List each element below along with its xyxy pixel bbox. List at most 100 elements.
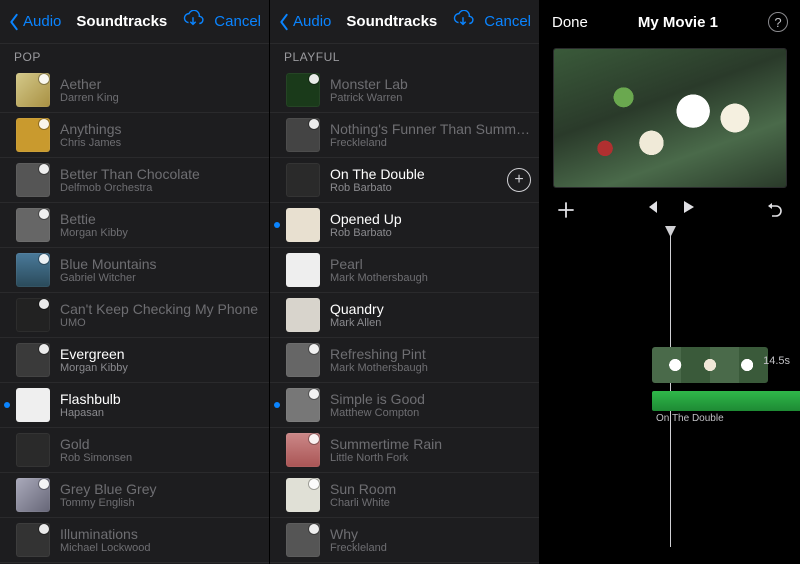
track-meta: BettieMorgan Kibby	[60, 211, 261, 239]
album-art	[286, 73, 320, 107]
track-row[interactable]: Monster LabPatrick Warren	[270, 68, 539, 113]
editor-pane: Done My Movie 1 ? 14.5s On The Double	[540, 0, 800, 564]
track-artist: Chris James	[60, 137, 261, 149]
track-meta: Sun RoomCharli White	[330, 481, 531, 509]
undo-button[interactable]	[764, 201, 784, 219]
play-icon	[679, 198, 697, 216]
undo-icon	[765, 201, 783, 219]
track-row[interactable]: AetherDarren King	[0, 68, 269, 113]
track-row[interactable]: Sun RoomCharli White	[270, 473, 539, 518]
track-row[interactable]: IlluminationsMichael Lockwood	[0, 518, 269, 563]
track-list-left[interactable]: POP AetherDarren KingAnythingsChris Jame…	[0, 44, 269, 564]
track-artist: Matthew Compton	[330, 407, 531, 419]
track-row[interactable]: Opened UpRob Barbato	[270, 203, 539, 248]
cancel-button[interactable]: Cancel	[484, 13, 531, 30]
track-row[interactable]: Grey Blue GreyTommy English	[0, 473, 269, 518]
download-all-button[interactable]	[452, 10, 474, 33]
track-title: Nothing's Funner Than Summ…	[330, 121, 531, 137]
playhead[interactable]	[670, 227, 671, 547]
track-artist: Mark Mothersbaugh	[330, 362, 531, 374]
track-row[interactable]: WhyFreckleland	[270, 518, 539, 563]
project-title: My Movie 1	[638, 14, 718, 31]
track-row[interactable]: EvergreenMorgan Kibby	[0, 338, 269, 383]
cloud-badge-icon	[309, 389, 319, 399]
play-button[interactable]	[679, 198, 697, 221]
track-row[interactable]: PearlMark Mothersbaugh	[270, 248, 539, 293]
track-row[interactable]: Better Than ChocolateDelfmob Orchestra	[0, 158, 269, 203]
track-title: On The Double	[330, 166, 501, 182]
add-track-button[interactable]: +	[507, 168, 531, 192]
editor-header: Done My Movie 1 ?	[540, 0, 800, 44]
back-button[interactable]: Audio	[8, 13, 61, 31]
track-meta: Nothing's Funner Than Summ…Freckleland	[330, 121, 531, 149]
cloud-badge-icon	[39, 164, 49, 174]
cloud-badge-icon	[39, 74, 49, 84]
track-row[interactable]: On The DoubleRob Barbato+	[270, 158, 539, 203]
album-art	[16, 523, 50, 557]
video-preview[interactable]	[553, 48, 787, 188]
track-row[interactable]: FlashbulbHapasan	[0, 383, 269, 428]
track-row[interactable]: Summertime RainLittle North Fork	[270, 428, 539, 473]
cloud-badge-icon	[309, 344, 319, 354]
track-artist: Michael Lockwood	[60, 542, 261, 554]
track-title: Simple is Good	[330, 391, 531, 407]
album-art	[286, 118, 320, 152]
cloud-badge-icon	[39, 299, 49, 309]
done-button[interactable]: Done	[552, 14, 588, 31]
help-button[interactable]: ?	[768, 12, 788, 32]
track-meta: Refreshing PintMark Mothersbaugh	[330, 346, 531, 374]
track-artist: Morgan Kibby	[60, 227, 261, 239]
track-row[interactable]: Blue MountainsGabriel Witcher	[0, 248, 269, 293]
back-button[interactable]: Audio	[278, 13, 331, 31]
video-clip-thumbnails	[652, 347, 768, 383]
album-art	[16, 388, 50, 422]
album-art	[286, 343, 320, 377]
track-meta: Summertime RainLittle North Fork	[330, 436, 531, 464]
track-artist: Darren King	[60, 92, 261, 104]
track-row[interactable]: GoldRob Simonsen	[0, 428, 269, 473]
track-meta: WhyFreckleland	[330, 526, 531, 554]
track-title: Summertime Rain	[330, 436, 531, 452]
track-meta: FlashbulbHapasan	[60, 391, 261, 419]
download-all-button[interactable]	[182, 10, 204, 33]
track-artist: Charli White	[330, 497, 531, 509]
album-art	[286, 433, 320, 467]
header-title: Soundtracks	[331, 13, 452, 30]
cloud-download-icon	[452, 10, 474, 28]
track-row[interactable]: QuandryMark Allen	[270, 293, 539, 338]
header-title: Soundtracks	[61, 13, 182, 30]
cloud-badge-icon	[39, 479, 49, 489]
timeline[interactable]: 14.5s On The Double	[540, 227, 800, 547]
add-media-button[interactable]	[556, 201, 576, 219]
cloud-download-icon	[182, 10, 204, 28]
audio-clip[interactable]	[652, 391, 800, 411]
cancel-button[interactable]: Cancel	[214, 13, 261, 30]
track-meta: QuandryMark Allen	[330, 301, 531, 329]
track-title: Bettie	[60, 211, 261, 227]
track-meta: Can't Keep Checking My PhoneUMO	[60, 301, 261, 329]
track-list-middle[interactable]: PLAYFUL Monster LabPatrick WarrenNothing…	[270, 44, 539, 564]
track-title: Anythings	[60, 121, 261, 137]
track-artist: UMO	[60, 317, 261, 329]
transport-bar	[540, 188, 800, 227]
track-artist: Rob Simonsen	[60, 452, 261, 464]
track-row[interactable]: BettieMorgan Kibby	[0, 203, 269, 248]
track-meta: Grey Blue GreyTommy English	[60, 481, 261, 509]
track-row[interactable]: Can't Keep Checking My PhoneUMO	[0, 293, 269, 338]
track-meta: AetherDarren King	[60, 76, 261, 104]
playing-indicator-dot	[274, 402, 280, 408]
track-row[interactable]: Simple is GoodMatthew Compton	[270, 383, 539, 428]
album-art	[16, 433, 50, 467]
track-row[interactable]: AnythingsChris James	[0, 113, 269, 158]
video-clip[interactable]	[652, 347, 768, 383]
track-title: Refreshing Pint	[330, 346, 531, 362]
track-row[interactable]: Refreshing PintMark Mothersbaugh	[270, 338, 539, 383]
track-row[interactable]: Nothing's Funner Than Summ…Freckleland	[270, 113, 539, 158]
track-artist: Mark Allen	[330, 317, 531, 329]
skip-start-button[interactable]	[643, 198, 661, 221]
track-artist: Little North Fork	[330, 452, 531, 464]
album-art	[16, 118, 50, 152]
track-meta: GoldRob Simonsen	[60, 436, 261, 464]
clip-duration: 14.5s	[763, 355, 790, 367]
track-title: Aether	[60, 76, 261, 92]
